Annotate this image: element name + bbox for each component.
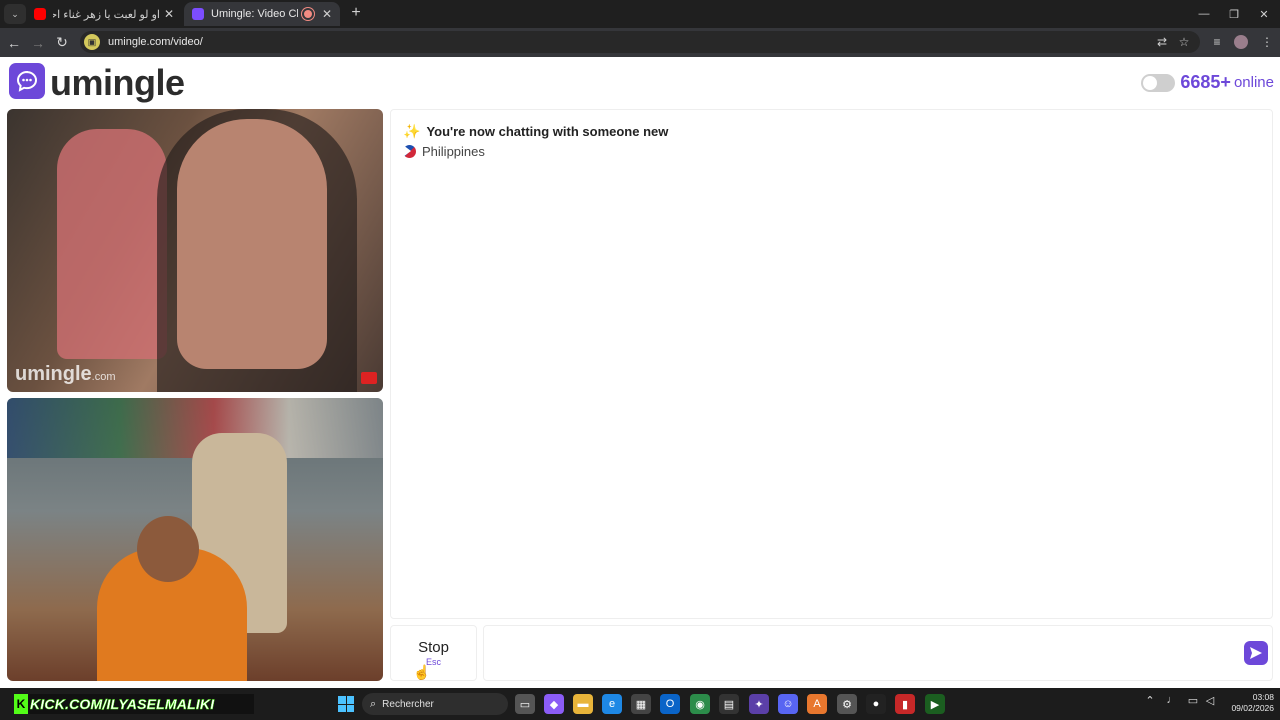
- close-window-icon[interactable]: ✕: [1248, 0, 1280, 28]
- tab-search-menu-icon[interactable]: ⌄: [4, 4, 26, 24]
- hand-cursor-icon: ☝: [413, 664, 431, 680]
- send-button[interactable]: [1244, 641, 1268, 665]
- system-clock[interactable]: 03:08 09/02/2026: [1222, 692, 1274, 714]
- background-figure: [57, 129, 167, 359]
- media-icon[interactable]: ≡: [1208, 32, 1226, 52]
- logo-wordmark[interactable]: umingle: [50, 62, 185, 104]
- forward-icon[interactable]: →: [26, 28, 50, 57]
- recording-indicator-icon: [303, 10, 312, 18]
- clock-time: 03:08: [1252, 692, 1274, 702]
- back-icon[interactable]: ←: [2, 28, 26, 57]
- umingle-watermark: umingle.com: [15, 363, 116, 385]
- tab-title: او لو لعبت يا زهر غناء احمد (216): [53, 8, 160, 21]
- store-icon[interactable]: ▦: [631, 694, 651, 714]
- country-name: Philippines: [422, 144, 485, 159]
- youtube-favicon-icon: [34, 8, 46, 20]
- umingle-logo-icon[interactable]: [9, 63, 45, 99]
- gamepad-icon[interactable]: ✦: [749, 694, 769, 714]
- tab-title: Umingle: Video Chat with St: [211, 8, 298, 20]
- url-text: umingle.com/video/: [108, 36, 203, 48]
- bookmark-star-icon[interactable]: ☆: [1175, 32, 1193, 52]
- search-icon: ⌕: [370, 697, 377, 710]
- taskbar-search[interactable]: ⌕ Rechercher: [362, 693, 508, 715]
- minimize-icon[interactable]: —: [1188, 0, 1220, 28]
- file-explorer-icon[interactable]: ▬: [573, 694, 593, 714]
- clock-date: 09/02/2026: [1231, 703, 1274, 713]
- report-icon[interactable]: [361, 372, 377, 384]
- online-count: 6685+: [1180, 72, 1231, 92]
- user-head: [137, 516, 199, 582]
- theme-toggle[interactable]: [1141, 73, 1176, 92]
- address-bar[interactable]: ▣ umingle.com/video/: [80, 31, 1200, 53]
- status-message: You're now chatting with someone new: [426, 124, 669, 139]
- volume-icon[interactable]: ◁: [1202, 694, 1218, 707]
- profile-avatar-icon[interactable]: [1232, 32, 1250, 52]
- kick-app-icon[interactable]: ▶: [925, 694, 945, 714]
- network-icon[interactable]: ▭: [1185, 694, 1201, 707]
- stop-label: Stop: [418, 639, 449, 656]
- message-input[interactable]: [483, 625, 1273, 681]
- close-tab-icon[interactable]: ✕: [164, 7, 174, 21]
- discord-icon[interactable]: ☺: [778, 694, 798, 714]
- philippines-flag-icon: [403, 145, 416, 158]
- outlook-icon[interactable]: O: [660, 694, 680, 714]
- umingle-favicon-icon: [192, 8, 204, 20]
- edge-browser-icon[interactable]: e: [602, 694, 622, 714]
- tab-umingle[interactable]: Umingle: Video Chat with St ✕: [184, 2, 340, 26]
- online-label: online: [1233, 74, 1274, 91]
- reload-icon[interactable]: ↻: [50, 28, 74, 57]
- translate-icon[interactable]: ⇄: [1153, 32, 1171, 52]
- chat-log-panel: [390, 109, 1273, 619]
- site-info-icon[interactable]: ▣: [84, 34, 100, 50]
- copilot-icon[interactable]: ◆: [544, 694, 564, 714]
- system-message: ✨ You're now chatting with someone new P…: [403, 123, 668, 159]
- chrome-icon[interactable]: ◉: [690, 694, 710, 714]
- microphone-icon[interactable]: ♩: [1164, 694, 1180, 706]
- kebab-menu-icon[interactable]: ⋮: [1258, 32, 1276, 52]
- clapperboard-icon[interactable]: ▤: [719, 694, 739, 714]
- self-video: [7, 398, 383, 681]
- sparkles-icon: ✨: [403, 123, 421, 139]
- windows-start-icon[interactable]: [338, 696, 354, 712]
- recorder-app-icon[interactable]: ▮: [895, 694, 915, 714]
- stranger-face: [177, 119, 327, 369]
- task-view-icon[interactable]: ▭: [515, 694, 535, 714]
- online-indicator: 6685+ online: [1141, 72, 1274, 93]
- tray-overflow-icon[interactable]: ⌃: [1142, 694, 1158, 707]
- tab-youtube[interactable]: او لو لعبت يا زهر غناء احمد (216) ✕: [26, 2, 182, 26]
- search-label: Rechercher: [382, 698, 434, 710]
- obs-icon[interactable]: ●: [866, 694, 886, 714]
- close-tab-icon[interactable]: ✕: [322, 7, 332, 21]
- send-icon: [1250, 647, 1262, 659]
- new-tab-button[interactable]: +: [346, 4, 366, 22]
- stream-overlay-banner: KICK.COM/ILYASELMALIKI: [14, 694, 254, 714]
- stranger-video: umingle.com: [7, 109, 383, 392]
- kick-logo-icon: K: [14, 694, 28, 714]
- restore-icon[interactable]: ❐: [1218, 0, 1250, 28]
- app-a-icon[interactable]: A: [807, 694, 827, 714]
- settings-gear-icon[interactable]: ⚙: [837, 694, 857, 714]
- stop-button[interactable]: Stop Esc: [390, 625, 477, 681]
- stream-banner-text: KICK.COM/ILYASELMALIKI: [30, 696, 215, 712]
